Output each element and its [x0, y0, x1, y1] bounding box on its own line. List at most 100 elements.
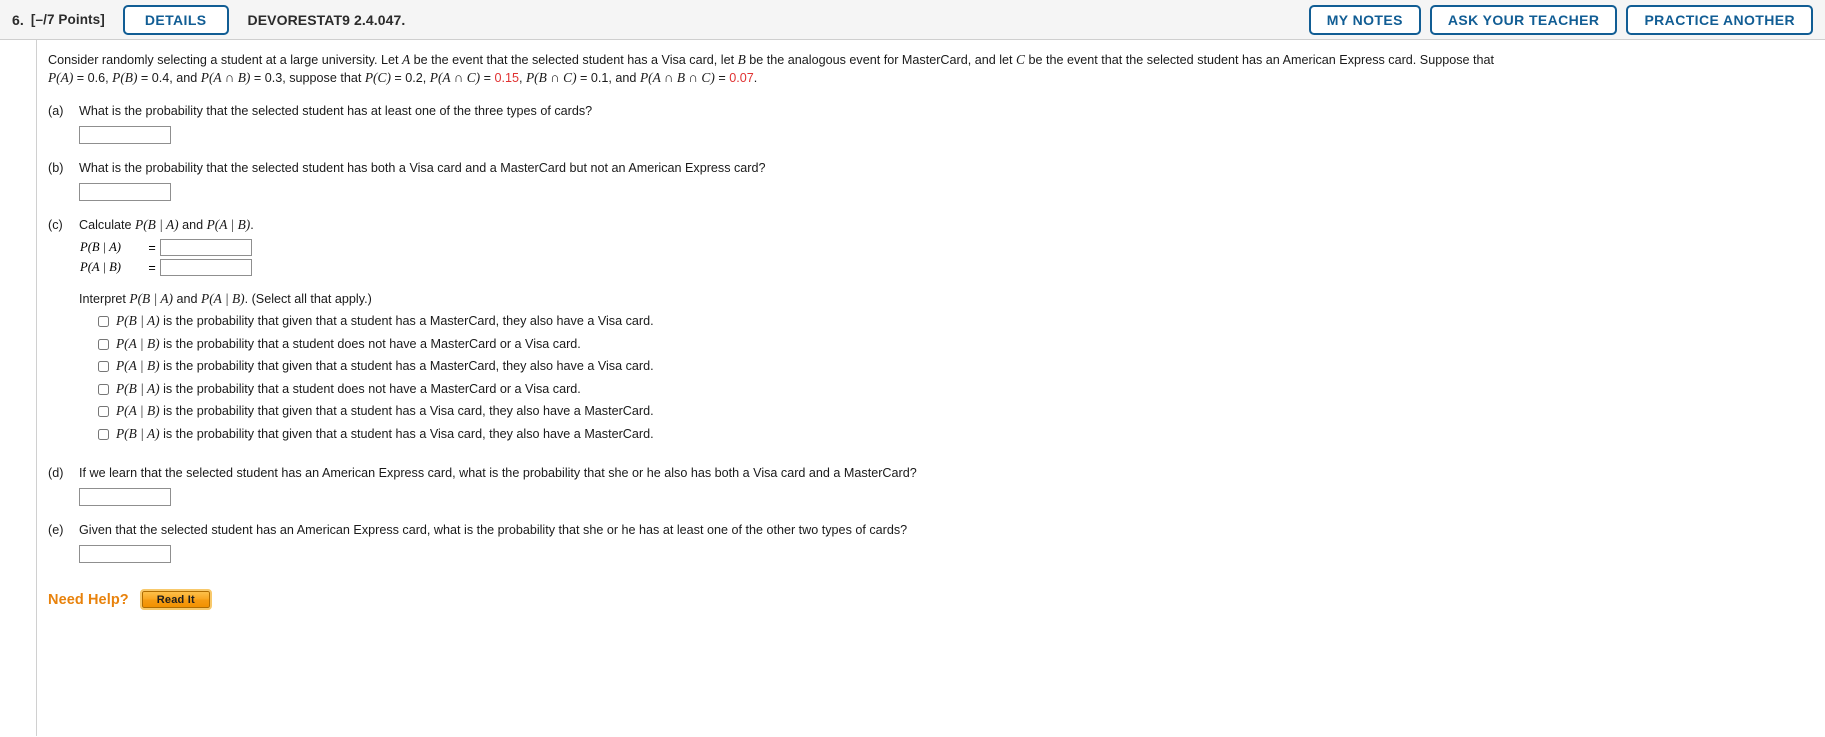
gutter-divider	[36, 40, 37, 736]
part-c-row-2: P(A | B) =	[80, 259, 1825, 276]
highlighted-value: 0.15	[494, 71, 519, 85]
statement-text: = 0.1, and	[576, 71, 640, 85]
statement-text: be the event that the selected student h…	[1024, 53, 1495, 67]
question-number: 6.	[12, 11, 24, 28]
choice-checkbox-4[interactable]	[98, 383, 109, 395]
statement-text: = 0.2,	[390, 71, 430, 85]
statement-text: .	[753, 71, 758, 85]
part-c-label: (c)	[48, 218, 63, 232]
choice-expr-1: P(B | A)	[116, 313, 160, 328]
details-button[interactable]: DETAILS	[122, 4, 229, 35]
header-actions: MY NOTES ASK YOUR TEACHER PRACTICE ANOTH…	[1308, 5, 1813, 35]
part-d-body: If we learn that the selected student ha…	[79, 465, 1825, 506]
part-c-question: Calculate P(B | A) and P(A | B).	[79, 217, 1825, 233]
part-e-question: Given that the selected student has an A…	[79, 523, 908, 537]
statement-text: Consider randomly selecting a student at…	[48, 53, 402, 67]
problem-statement: Consider randomly selecting a student at…	[48, 51, 1548, 87]
part-d: (d) If we learn that the selected studen…	[48, 465, 1825, 506]
part-e: (e) Given that the selected student has …	[48, 522, 1825, 563]
part-a-question: What is the probability that the selecte…	[79, 104, 593, 118]
part-b: (b) What is the probability that the sel…	[48, 160, 1825, 201]
statement-text: =	[714, 71, 730, 85]
statement-line-2: P(A) = 0.6, P(B) = 0.4, and P(A ∩ B) = 0…	[48, 69, 1548, 87]
part-a-answer-input[interactable]	[79, 126, 171, 144]
prob-expr: P(A ∩ C)	[429, 70, 481, 85]
choice-body-3: is the probability that given that a stu…	[159, 359, 654, 373]
my-notes-button[interactable]: MY NOTES	[1308, 5, 1421, 35]
statement-line-1: Consider randomly selecting a student at…	[48, 51, 1548, 69]
part-c-choice-list: P(B | A) is the probability that given t…	[79, 314, 1825, 441]
question-code: DEVORESTAT9 2.4.047.	[247, 11, 406, 28]
read-it-button[interactable]: Read It	[139, 589, 212, 610]
cond-prob-expr: P(A | B)	[201, 291, 245, 306]
choice-checkbox-3[interactable]	[98, 361, 109, 372]
choice-expr-5: P(A | B)	[116, 403, 160, 418]
prob-expr: P(A)	[48, 70, 74, 85]
interpret-text: . (Select all that apply.)	[244, 292, 372, 306]
part-d-question: If we learn that the selected student ha…	[79, 466, 917, 480]
choice-body-2: is the probability that a student does n…	[159, 336, 581, 351]
part-b-body: What is the probability that the selecte…	[79, 160, 1825, 201]
question-header-bar: 6. [–/7 Points] DETAILS DEVORESTAT9 2.4.…	[0, 0, 1825, 40]
choice-option-3[interactable]: P(A | B) is the probability that given t…	[98, 359, 1825, 373]
question-content: Consider randomly selecting a student at…	[0, 40, 1825, 563]
need-help-label: Need Help?	[48, 591, 129, 608]
part-c-answer-rows: P(B | A) = P(A | B) =	[79, 239, 1825, 276]
need-help-row: Need Help? Read It	[0, 589, 1825, 610]
choice-expr-3: P(A | B)	[116, 358, 160, 373]
part-d-answer-input[interactable]	[79, 488, 171, 506]
part-c-pab-input[interactable]	[160, 259, 252, 276]
event-var-a: A	[401, 52, 411, 67]
prob-expr: P(B)	[112, 70, 138, 85]
choice-checkbox-6[interactable]	[98, 428, 109, 440]
prob-expr: P(C)	[364, 70, 391, 85]
part-c-body: Calculate P(B | A) and P(A | B). P(B | A…	[79, 217, 1825, 449]
choice-option-2[interactable]: P(A | B) is the probability that a stude…	[98, 335, 1825, 351]
prob-expr: P(A ∩ B ∩ C)	[639, 70, 715, 85]
choice-label-6: P(B | A) is the probability that given t…	[116, 426, 654, 441]
highlighted-value: 0.07	[729, 71, 754, 85]
part-a: (a) What is the probability that the sel…	[48, 103, 1825, 144]
choice-checkbox-1[interactable]	[98, 316, 109, 327]
choice-option-5[interactable]: P(A | B) is the probability that given t…	[98, 404, 1825, 418]
prob-expr: P(A ∩ B)	[200, 70, 251, 85]
choice-expr-2: P(A | B)	[116, 335, 160, 351]
interpret-text: and	[173, 292, 202, 306]
part-e-body: Given that the selected student has an A…	[79, 522, 1825, 563]
part-c-row-1-equals: =	[148, 240, 156, 255]
ask-your-teacher-button[interactable]: ASK YOUR TEACHER	[1429, 5, 1618, 35]
choice-option-1[interactable]: P(B | A) is the probability that given t…	[98, 314, 1825, 328]
choice-body-5: is the probability that given that a stu…	[159, 404, 654, 418]
choice-label-4: P(B | A) is the probability that a stude…	[116, 380, 581, 396]
part-c-row-2-equals: =	[148, 260, 156, 275]
cond-prob-expr: P(B | A)	[129, 291, 173, 306]
event-var-b: B	[737, 52, 746, 67]
part-d-label: (d)	[48, 466, 64, 480]
choice-label-2: P(A | B) is the probability that a stude…	[116, 335, 581, 351]
part-c: (c) Calculate P(B | A) and P(A | B). P(B…	[48, 217, 1825, 449]
statement-text: be the event that the selected student h…	[410, 53, 738, 67]
interpret-text: Interpret	[79, 292, 130, 306]
question-body: Consider randomly selecting a student at…	[0, 40, 1825, 736]
choice-option-6[interactable]: P(B | A) is the probability that given t…	[98, 426, 1825, 441]
cond-prob-expr: P(B | A)	[135, 217, 179, 232]
practice-another-button[interactable]: PRACTICE ANOTHER	[1626, 5, 1813, 35]
part-a-label: (a)	[48, 104, 64, 118]
choice-option-4[interactable]: P(B | A) is the probability that a stude…	[98, 380, 1825, 396]
statement-text: be the analogous event for MasterCard, a…	[745, 53, 1017, 67]
choice-checkbox-2[interactable]	[98, 338, 109, 350]
choice-label-3: P(A | B) is the probability that given t…	[116, 358, 654, 374]
part-c-question-text: and	[178, 218, 207, 232]
part-c-pba-input[interactable]	[160, 239, 252, 256]
question-points: [–/7 Points]	[30, 12, 105, 27]
choice-body-1: is the probability that given that a stu…	[159, 314, 654, 328]
choice-body-4: is the probability that a student does n…	[159, 381, 581, 396]
part-a-body: What is the probability that the selecte…	[79, 103, 1825, 144]
choice-label-5: P(A | B) is the probability that given t…	[116, 403, 654, 419]
part-b-answer-input[interactable]	[79, 183, 171, 201]
part-e-answer-input[interactable]	[79, 545, 171, 563]
choice-expr-4: P(B | A)	[116, 380, 160, 396]
part-c-row-2-label: P(A | B)	[80, 260, 121, 274]
part-b-label: (b)	[48, 161, 64, 175]
choice-checkbox-5[interactable]	[98, 406, 109, 417]
